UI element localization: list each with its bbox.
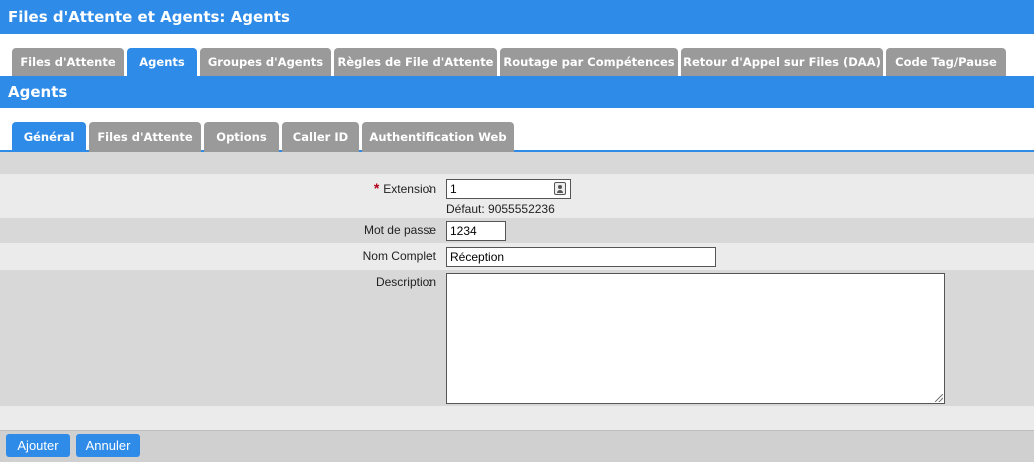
required-marker: *	[373, 180, 380, 196]
form-bottom-band	[0, 406, 1034, 430]
extension-input[interactable]: 1	[446, 179, 571, 199]
sub-tab-bar: Général Files d'Attente Options Caller I…	[0, 108, 1034, 152]
extension-label: * Extension	[374, 180, 436, 196]
page-title: Files d'Attente et Agents: Agents	[8, 8, 290, 26]
page-title-bar: Files d'Attente et Agents: Agents	[0, 0, 1034, 34]
section-title: Agents	[8, 83, 68, 101]
subtab-general[interactable]: Général	[12, 122, 86, 152]
description-textarea[interactable]	[446, 273, 945, 404]
form-actions: Ajouter Annuler	[0, 430, 1034, 462]
full-name-colon: :	[428, 249, 432, 263]
main-tab-bar: Files d'Attente Agents Groupes d'Agents …	[0, 34, 1034, 76]
subtab-authentification-web[interactable]: Authentification Web	[362, 122, 514, 152]
password-input[interactable]: 1234	[446, 221, 506, 241]
form-top-band	[0, 152, 1034, 174]
password-colon: :	[428, 223, 432, 237]
section-header: Agents	[0, 76, 1034, 108]
password-value: 1234	[450, 224, 477, 238]
subtab-options[interactable]: Options	[204, 122, 279, 152]
contact-picker-icon[interactable]	[554, 182, 566, 195]
subtab-files-attente[interactable]: Files d'Attente	[89, 122, 201, 152]
full-name-input[interactable]: Réception	[446, 247, 716, 267]
tab-agents[interactable]: Agents	[127, 48, 197, 76]
tab-files-attente[interactable]: Files d'Attente	[12, 48, 124, 76]
full-name-value: Réception	[450, 250, 505, 264]
extension-colon: :	[428, 181, 432, 195]
add-button[interactable]: Ajouter	[6, 434, 70, 457]
subtab-caller-id[interactable]: Caller ID	[282, 122, 359, 152]
password-row	[0, 218, 1034, 243]
cancel-button[interactable]: Annuler	[76, 434, 140, 457]
tab-routage-competences[interactable]: Routage par Compétences	[500, 48, 678, 76]
tab-code-tag-pause[interactable]: Code Tag/Pause	[886, 48, 1006, 76]
resize-grip-icon[interactable]	[935, 394, 943, 402]
extension-default-hint: Défaut: 9055552236	[446, 202, 555, 216]
full-name-label: Nom Complet	[362, 249, 436, 263]
description-colon: :	[428, 275, 432, 289]
description-label: Description	[375, 275, 436, 289]
tab-groupes-agents[interactable]: Groupes d'Agents	[200, 48, 331, 76]
tab-regles-file-attente[interactable]: Règles de File d'Attente	[334, 48, 497, 76]
tab-retour-appel-daa[interactable]: Retour d'Appel sur Files (DAA)	[681, 48, 883, 76]
extension-value: 1	[450, 182, 457, 196]
agent-form: * Extension : 1 Défaut: 9055552236 Mot de…	[0, 152, 1034, 430]
password-label: Mot de passe	[363, 223, 436, 237]
